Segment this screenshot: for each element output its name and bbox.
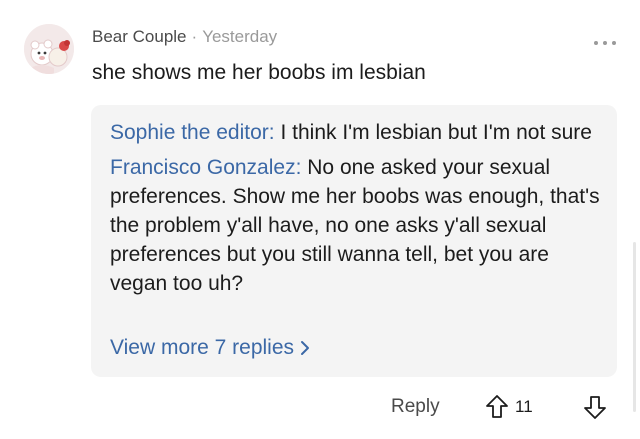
separator-dot: · bbox=[191, 27, 198, 46]
chevron-right-icon bbox=[301, 341, 310, 355]
comment-author[interactable]: Bear Couple bbox=[92, 26, 187, 48]
comment-time: Yesterday bbox=[202, 27, 278, 46]
comment-header: Bear Couple · Yesterday bbox=[92, 26, 277, 48]
reply-text: I think I'm lesbian but I'm not sure bbox=[280, 121, 592, 144]
comment-text: she shows me her boobs im lesbian bbox=[92, 61, 426, 84]
replies-preview-box[interactable]: Sophie the editor: I think I'm lesbian b… bbox=[91, 105, 617, 377]
reply-author[interactable]: Francisco Gonzalez: bbox=[110, 156, 301, 179]
reply-button[interactable]: Reply bbox=[391, 394, 440, 420]
upvote-count: 11 bbox=[515, 397, 533, 416]
arrow-up-icon bbox=[486, 395, 508, 418]
upvote-button[interactable]: 11 bbox=[485, 393, 533, 421]
reply-preview[interactable]: Sophie the editor: I think I'm lesbian b… bbox=[110, 118, 601, 147]
reply-author[interactable]: Sophie the editor: bbox=[110, 121, 275, 144]
arrow-down-icon bbox=[584, 396, 606, 419]
view-more-label: View more 7 replies bbox=[110, 336, 295, 359]
reply-preview[interactable]: Francisco Gonzalez: No one asked your se… bbox=[110, 153, 601, 298]
bear-couple-avatar-icon bbox=[24, 24, 74, 74]
view-more-replies-link[interactable]: View more 7 replies bbox=[110, 334, 310, 362]
downvote-button[interactable] bbox=[583, 394, 607, 420]
scrollbar[interactable] bbox=[633, 242, 636, 412]
avatar[interactable] bbox=[24, 24, 74, 74]
more-horizontal-icon[interactable] bbox=[590, 34, 620, 45]
